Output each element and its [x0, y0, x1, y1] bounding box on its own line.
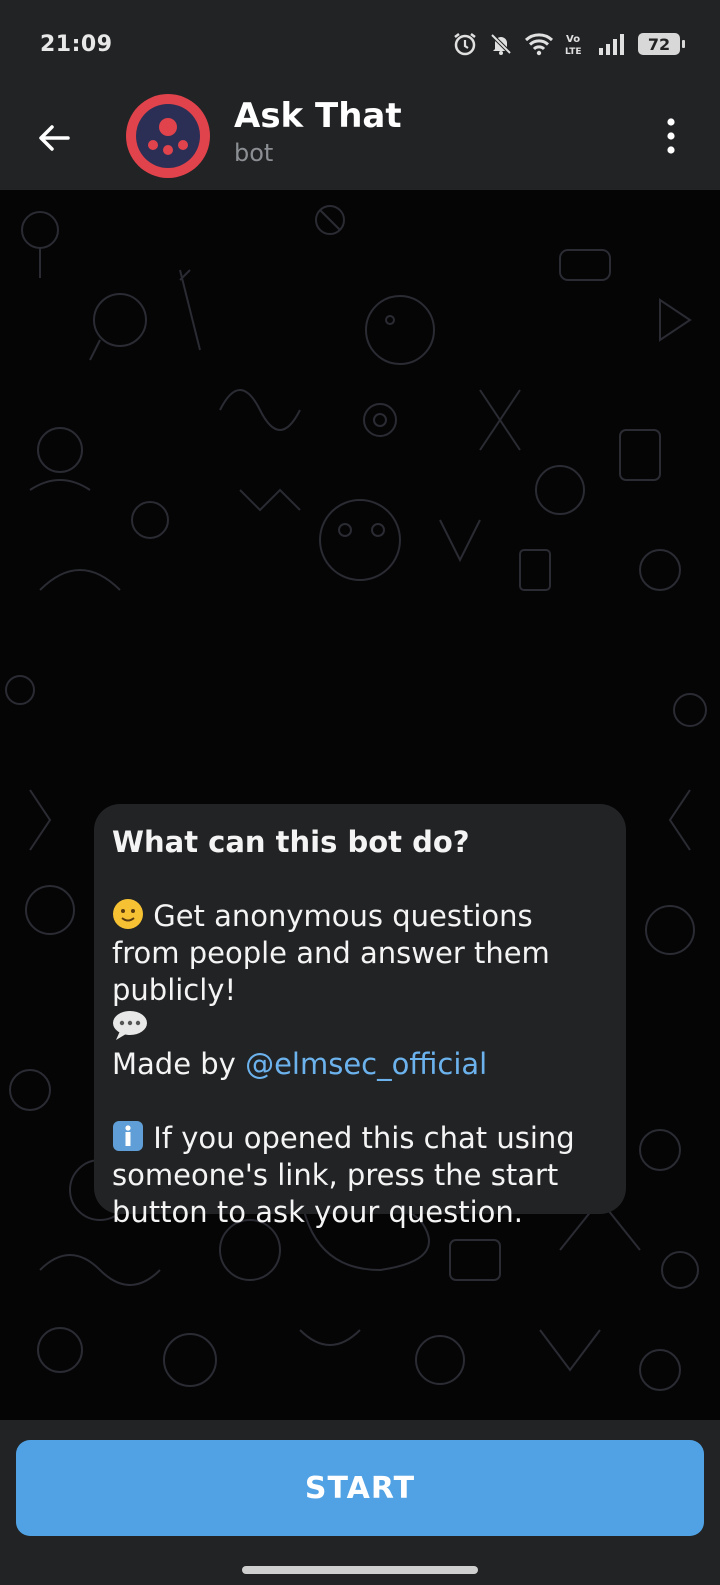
- more-options-icon[interactable]: [666, 116, 676, 156]
- wifi-icon: [524, 33, 554, 56]
- volte-icon: Vo LTE: [565, 34, 582, 57]
- svg-text:Vo: Vo: [566, 34, 580, 45]
- chat-wallpaper: What can this bot do? Get anonymous ques…: [0, 190, 720, 1420]
- bot-description-bubble: What can this bot do? Get anonymous ques…: [94, 804, 626, 1229]
- back-arrow-icon[interactable]: [34, 118, 74, 158]
- chat-title: Ask That: [234, 96, 402, 136]
- bubble-text-1: Get anonymous questions from people and …: [112, 898, 608, 1083]
- made-by-link[interactable]: @elmsec_official: [245, 1047, 487, 1081]
- made-by-prefix: Made by: [112, 1047, 246, 1081]
- battery-level: 72: [647, 34, 671, 54]
- signal-icon: [599, 34, 624, 55]
- status-icons: Vo LTE 72: [452, 31, 685, 57]
- bubble-text-2: If you opened this chat using someone's …: [112, 1120, 608, 1231]
- bot-avatar[interactable]: [126, 94, 210, 178]
- status-bar: 21:09 Vo LTE 72: [0, 0, 720, 88]
- chat-title-block[interactable]: Ask That bot: [234, 96, 402, 170]
- bottom-bar: START: [0, 1420, 720, 1585]
- svg-text:LTE: LTE: [565, 47, 582, 57]
- start-button[interactable]: START: [16, 1440, 704, 1536]
- slight-smile-emoji-icon: [113, 899, 143, 929]
- mute-icon: [490, 33, 512, 55]
- information-emoji-icon: [113, 1121, 143, 1151]
- alarm-icon: [454, 33, 476, 56]
- battery-icon: 72: [638, 33, 685, 55]
- home-indicator[interactable]: [242, 1566, 478, 1574]
- status-time: 21:09: [40, 31, 113, 57]
- ask-that-logo: [136, 104, 200, 168]
- bubble-line-2: If you opened this chat using someone's …: [112, 1121, 575, 1229]
- chat-header: Ask That bot: [0, 88, 720, 190]
- bubble-heading: What can this bot do?: [112, 825, 470, 859]
- chat-subtitle: bot: [234, 139, 274, 167]
- speech-balloon-emoji-icon: [113, 1011, 147, 1040]
- bubble-line-1: Get anonymous questions from people and …: [112, 899, 550, 1007]
